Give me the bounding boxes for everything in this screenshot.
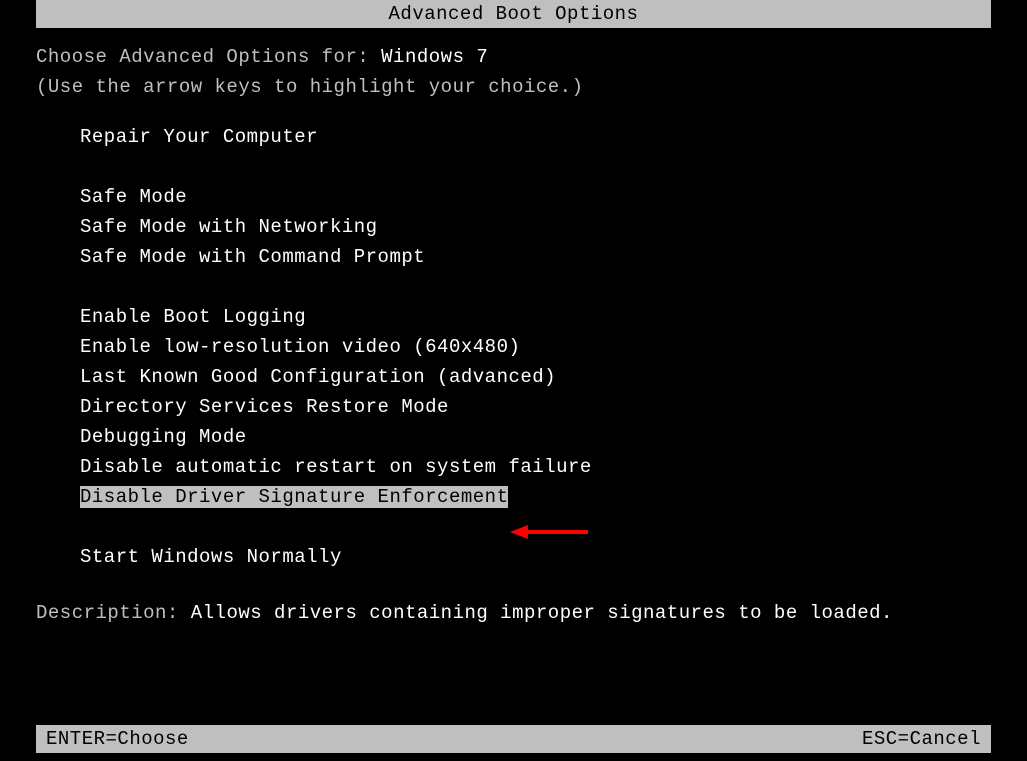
prompt-line: Choose Advanced Options for: Windows 7 [36,46,991,68]
footer-esc-hint: ESC=Cancel [862,728,981,750]
blank-line [80,276,991,306]
hint-line: (Use the arrow keys to highlight your ch… [36,76,991,98]
option-last-known-good[interactable]: Last Known Good Configuration (advanced) [80,366,556,388]
screen-title: Advanced Boot Options [389,3,639,25]
os-name: Windows 7 [381,46,488,68]
footer-enter-hint: ENTER=Choose [46,728,189,750]
option-debugging-mode[interactable]: Debugging Mode [80,426,247,448]
footer-bar: ENTER=Choose ESC=Cancel [36,725,991,753]
option-safe-mode-networking[interactable]: Safe Mode with Networking [80,216,378,238]
blank-line [80,156,991,186]
options-list: Repair Your Computer Safe Mode Safe Mode… [80,126,991,576]
blank-line [80,516,991,546]
option-safe-mode-command-prompt[interactable]: Safe Mode with Command Prompt [80,246,425,268]
option-disable-driver-signature[interactable]: Disable Driver Signature Enforcement [80,486,508,508]
description-label: Description: [36,602,191,624]
prompt-prefix: Choose Advanced Options for: [36,46,381,68]
option-low-res-video[interactable]: Enable low-resolution video (640x480) [80,336,520,358]
content-area: Choose Advanced Options for: Windows 7 (… [0,28,1027,624]
option-safe-mode[interactable]: Safe Mode [80,186,187,208]
option-enable-boot-logging[interactable]: Enable Boot Logging [80,306,306,328]
option-directory-services-restore[interactable]: Directory Services Restore Mode [80,396,449,418]
title-bar: Advanced Boot Options [36,0,991,28]
option-start-windows-normally[interactable]: Start Windows Normally [80,546,342,568]
description-text: Allows drivers containing improper signa… [191,602,893,624]
description-row: Description: Allows drivers containing i… [36,602,991,624]
option-repair-your-computer[interactable]: Repair Your Computer [80,126,318,148]
option-disable-auto-restart[interactable]: Disable automatic restart on system fail… [80,456,592,478]
